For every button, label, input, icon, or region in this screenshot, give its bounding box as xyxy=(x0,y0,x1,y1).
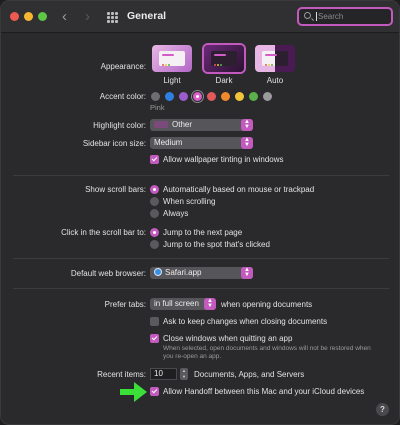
accent-swatch-2[interactable] xyxy=(179,92,188,101)
handoff-checkbox[interactable] xyxy=(150,387,159,396)
prefer-tabs-label: Prefer tabs: xyxy=(104,300,146,309)
appearance-light-thumbnail[interactable] xyxy=(152,45,192,72)
prefer-tabs-suffix: when opening documents xyxy=(221,300,313,309)
wallpaper-tint-label: Allow wallpaper tinting in windows xyxy=(163,155,284,164)
accent-color-label: Accent color: xyxy=(99,92,146,101)
close-windows-checkbox[interactable] xyxy=(150,334,159,343)
forward-icon[interactable]: › xyxy=(85,8,90,25)
chevron-updown-icon: ▲ ▼ xyxy=(204,298,216,310)
search-icon xyxy=(304,12,311,19)
accent-swatch-3[interactable] xyxy=(193,92,202,101)
jump-to-spot-label: Jump to the spot that's clicked xyxy=(163,240,270,249)
safari-compass-icon xyxy=(154,268,162,276)
scroll-bars-always-radio[interactable] xyxy=(150,209,159,218)
default-browser-popup[interactable]: Safari.app ▲ ▼ xyxy=(150,267,253,279)
search-placeholder: Search xyxy=(316,12,344,21)
jump-next-page-radio[interactable] xyxy=(150,228,159,237)
annotation-arrow-icon xyxy=(120,382,147,402)
close-window-button[interactable] xyxy=(10,12,19,21)
minimize-window-button[interactable] xyxy=(24,12,33,21)
show-scroll-bars-label: Show scroll bars: xyxy=(85,185,146,194)
appearance-label: Appearance: xyxy=(100,62,146,71)
appearance-auto-caption: Auto xyxy=(266,76,284,85)
accent-swatch-6[interactable] xyxy=(235,92,244,101)
scroll-bars-auto-radio[interactable] xyxy=(150,185,159,194)
scroll-bars-when-scrolling-radio[interactable] xyxy=(150,197,159,206)
accent-swatch-5[interactable] xyxy=(221,92,230,101)
appearance-dark-caption: Dark xyxy=(215,76,233,85)
chevron-updown-icon: ▲ ▼ xyxy=(241,267,253,279)
recent-items-field[interactable]: 10 xyxy=(150,368,177,380)
ask-keep-changes-label: Ask to keep changes when closing documen… xyxy=(163,317,328,326)
scroll-bars-auto-label: Automatically based on mouse or trackpad xyxy=(163,185,315,194)
default-browser-value: Safari.app xyxy=(165,268,202,277)
jump-next-page-label: Jump to the next page xyxy=(163,228,243,237)
accent-swatch-7[interactable] xyxy=(249,92,258,101)
preferences-window: ‹ › General Search Appearance: Light Dar… xyxy=(0,0,400,425)
show-all-grid-icon[interactable] xyxy=(107,12,118,23)
wallpaper-tint-checkbox[interactable] xyxy=(150,155,159,164)
recent-items-stepper[interactable]: ▲ ▼ xyxy=(180,368,188,380)
prefer-tabs-popup[interactable]: in full screen ▲ ▼ xyxy=(150,298,216,310)
close-windows-note: When selected, open documents and window… xyxy=(163,345,371,360)
sidebar-icon-size-value: Medium xyxy=(154,138,183,147)
prefer-tabs-value: in full screen xyxy=(154,299,199,308)
default-browser-label: Default web browser: xyxy=(70,269,146,278)
jump-to-spot-radio[interactable] xyxy=(150,240,159,249)
zoom-window-button[interactable] xyxy=(38,12,47,21)
recent-items-label: Recent items: xyxy=(97,370,146,379)
divider xyxy=(13,175,389,176)
highlight-color-label: Highlight color: xyxy=(93,121,146,130)
highlight-color-chip xyxy=(154,121,168,128)
accent-selected-name: Pink xyxy=(150,103,165,112)
sidebar-icon-size-label: Sidebar icon size: xyxy=(82,139,146,148)
highlight-color-value: Other xyxy=(172,120,193,129)
close-windows-label: Close windows when quitting an app xyxy=(163,334,293,343)
accent-swatch-0[interactable] xyxy=(151,92,160,101)
scroll-bars-when-scrolling-label: When scrolling xyxy=(163,197,216,206)
divider xyxy=(13,288,389,289)
click-scroll-bar-label: Click in the scroll bar to: xyxy=(61,228,146,237)
appearance-auto-thumbnail[interactable] xyxy=(255,45,295,72)
chevron-updown-icon: ▲ ▼ xyxy=(241,119,253,131)
ask-keep-changes-checkbox[interactable] xyxy=(150,317,159,326)
handoff-label: Allow Handoff between this Mac and your … xyxy=(163,387,365,396)
accent-swatch-8[interactable] xyxy=(263,92,272,101)
sidebar-icon-size-popup[interactable]: Medium ▲ ▼ xyxy=(150,137,253,149)
appearance-dark-thumbnail[interactable] xyxy=(204,45,244,72)
accent-swatch-4[interactable] xyxy=(207,92,216,101)
divider xyxy=(13,258,389,259)
accent-swatch-1[interactable] xyxy=(165,92,174,101)
scroll-bars-always-label: Always xyxy=(163,209,189,218)
appearance-light-caption: Light xyxy=(163,76,181,85)
search-field[interactable]: Search xyxy=(297,7,393,26)
chevron-updown-icon: ▲ ▼ xyxy=(241,137,253,149)
help-button[interactable]: ? xyxy=(376,403,389,416)
window-title: General xyxy=(127,10,167,22)
title-bar: ‹ › General Search xyxy=(1,1,399,33)
highlight-color-popup[interactable]: Other ▲ ▼ xyxy=(150,119,253,131)
back-icon[interactable]: ‹ xyxy=(62,8,67,25)
recent-items-suffix: Documents, Apps, and Servers xyxy=(194,370,305,379)
